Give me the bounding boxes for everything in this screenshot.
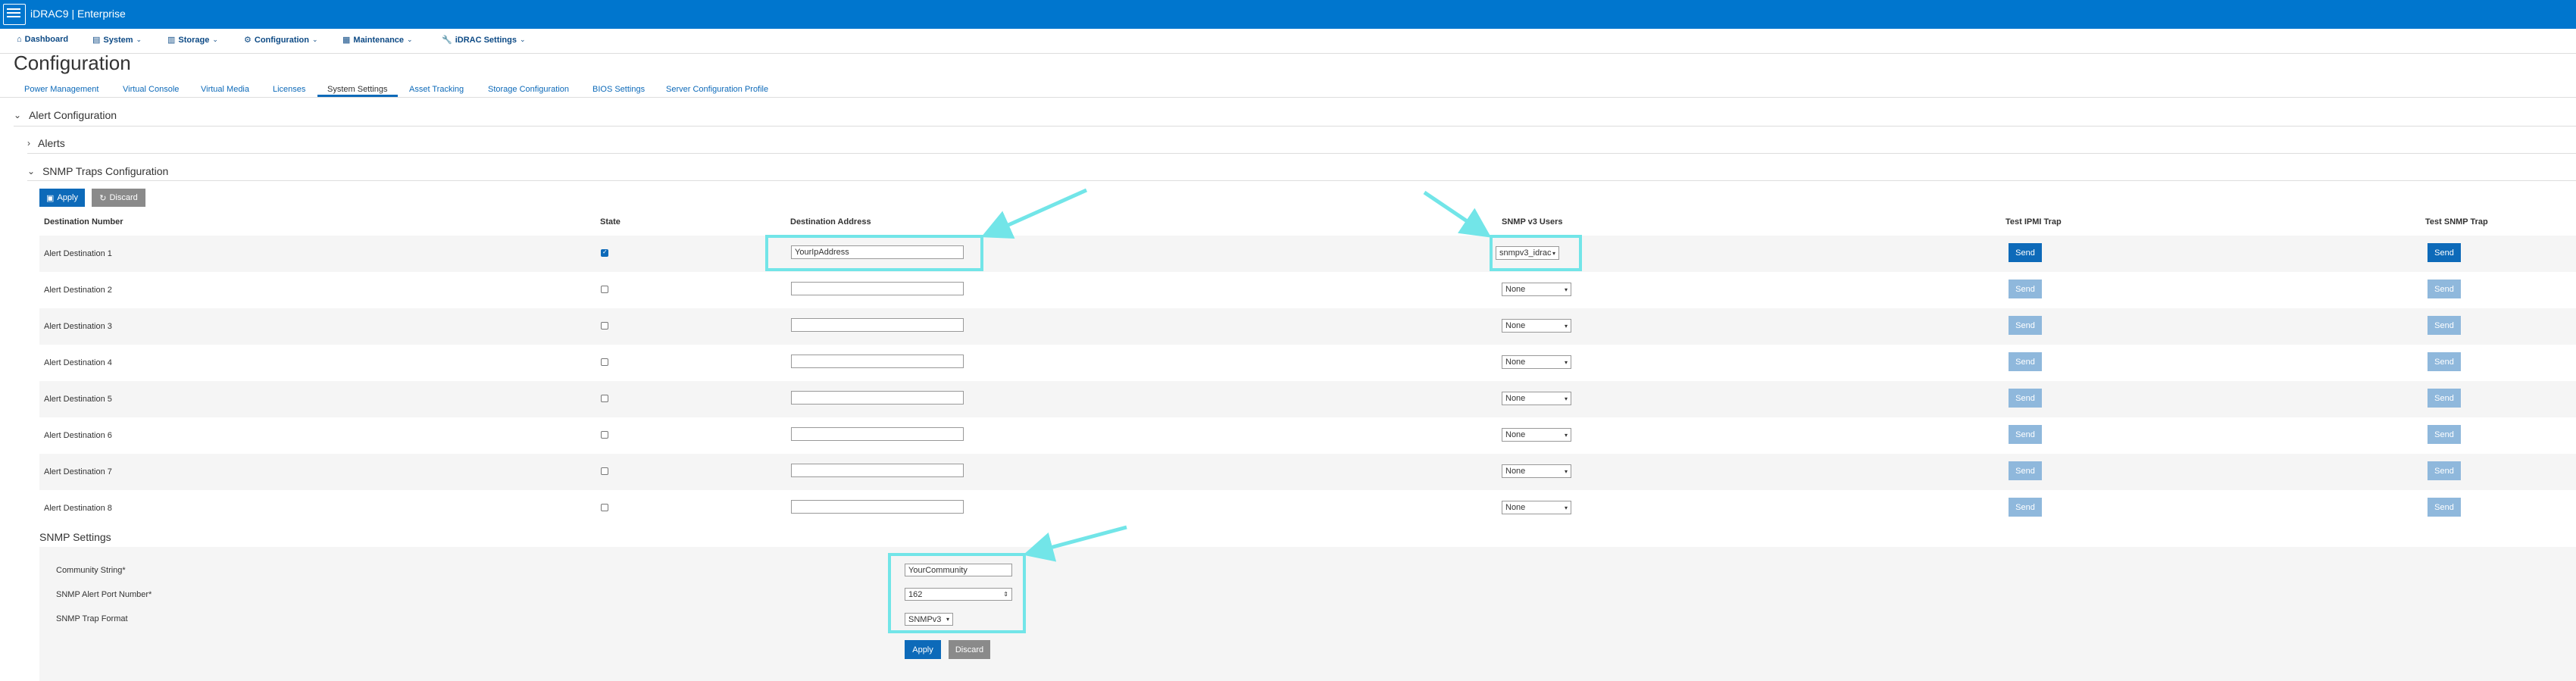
arrow-to-snmp-user (1423, 190, 1492, 238)
arrow-to-address (980, 188, 1088, 239)
annotation-arrows (980, 188, 1492, 562)
arrow-to-snmp-settings (1023, 525, 1127, 562)
